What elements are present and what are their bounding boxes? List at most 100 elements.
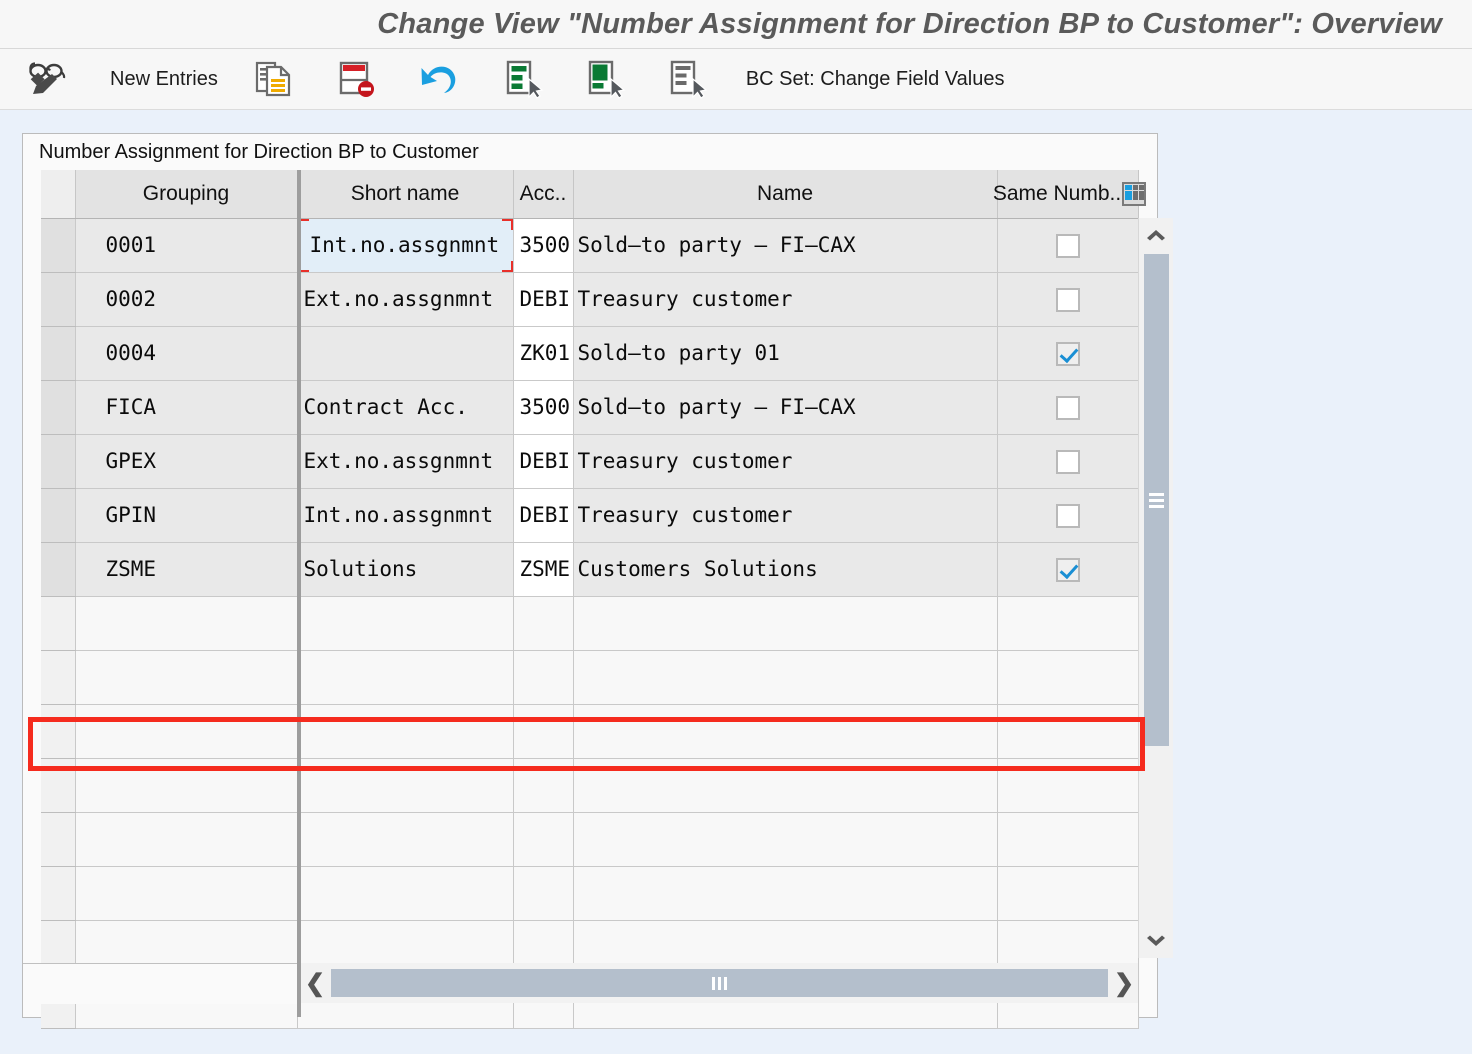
new-entries-button[interactable]: New Entries xyxy=(110,49,218,109)
cell-empty-name[interactable] xyxy=(573,704,998,759)
cell-empty-grouping[interactable] xyxy=(75,866,298,921)
table-row[interactable]: 0002 Ext.no.assgnmnt DEBI Treasury customer xyxy=(41,272,1139,327)
cell-empty-sel[interactable] xyxy=(41,596,76,651)
cell-same-number[interactable] xyxy=(997,542,1139,597)
column-header-account-group[interactable]: Acc.. xyxy=(513,170,574,219)
cell-same-number[interactable] xyxy=(997,272,1139,327)
cell-grouping[interactable]: GPIN xyxy=(75,488,298,543)
table-row[interactable]: 0001 Int.no.assgnmnt 3500 Sold–to party – F… xyxy=(41,218,1139,273)
cell-short-name[interactable] xyxy=(297,326,514,381)
cell-empty-same[interactable] xyxy=(997,866,1139,921)
row-selector-cell[interactable] xyxy=(41,488,76,543)
same-number-checkbox[interactable] xyxy=(1055,395,1080,420)
delete-row-button[interactable] xyxy=(336,49,376,109)
table-row[interactable]: ZSME Solutions ZSME Customers Solutions xyxy=(41,542,1139,597)
cell-name[interactable]: Treasury customer xyxy=(573,434,998,489)
cell-short-name[interactable]: Ext.no.assgnmnt xyxy=(297,434,514,489)
chevron-up-icon[interactable] xyxy=(1139,218,1173,250)
cell-empty-same[interactable] xyxy=(997,812,1139,867)
cell-account-group[interactable]: 3500 xyxy=(513,218,574,273)
cell-account-group[interactable]: DEBI xyxy=(513,272,574,327)
row-selector-cell[interactable] xyxy=(41,326,76,381)
cell-name[interactable]: Treasury customer xyxy=(573,488,998,543)
horizontal-scrollbar[interactable]: ❮ ❯ xyxy=(301,963,1138,1003)
table-row-empty[interactable] xyxy=(41,596,1139,651)
cell-account-group[interactable]: DEBI xyxy=(513,434,574,489)
vertical-scrollbar-thumb[interactable] xyxy=(1144,254,1169,746)
copy-as-button[interactable] xyxy=(254,49,294,109)
cell-name[interactable]: Sold–to party – FI–CAX xyxy=(573,380,998,435)
cell-empty-name[interactable] xyxy=(573,758,998,813)
horizontal-scrollbar-thumb[interactable] xyxy=(331,969,1108,997)
same-number-checkbox[interactable] xyxy=(1055,341,1080,366)
row-selector-cell[interactable] xyxy=(41,434,76,489)
cell-name[interactable]: Sold–to party – FI–CAX xyxy=(573,218,998,273)
cell-empty-short[interactable] xyxy=(297,596,514,651)
cell-empty-grouping[interactable] xyxy=(75,812,298,867)
same-number-checkbox[interactable] xyxy=(1055,503,1080,528)
cell-empty-grouping[interactable] xyxy=(75,650,298,705)
column-header-grouping[interactable]: Grouping xyxy=(75,170,298,219)
cell-name[interactable]: Customers Solutions xyxy=(573,542,998,597)
table-row[interactable]: GPIN Int.no.assgnmnt DEBI Treasury customer xyxy=(41,488,1139,543)
column-header-short-name[interactable]: Short name xyxy=(297,170,514,219)
table-row[interactable]: GPEX Ext.no.assgnmnt DEBI Treasury customer xyxy=(41,434,1139,489)
table-row[interactable]: FICA Contract Acc. 3500 Sold–to party – FI–… xyxy=(41,380,1139,435)
cell-empty-acc[interactable] xyxy=(513,650,574,705)
cell-same-number[interactable] xyxy=(997,380,1139,435)
table-settings-icon[interactable] xyxy=(1122,181,1147,206)
cell-empty-grouping[interactable] xyxy=(75,758,298,813)
cell-account-group[interactable]: 3500 xyxy=(513,380,574,435)
cell-empty-acc[interactable] xyxy=(513,812,574,867)
table-row-empty[interactable] xyxy=(41,866,1139,921)
column-header-select[interactable] xyxy=(41,170,76,219)
cell-empty-acc[interactable] xyxy=(513,704,574,759)
cell-grouping[interactable]: 0002 xyxy=(75,272,298,327)
cell-grouping[interactable]: 0004 xyxy=(75,326,298,381)
display-change-button[interactable] xyxy=(26,49,70,109)
select-all-button[interactable] xyxy=(504,49,544,109)
cell-same-number[interactable] xyxy=(997,488,1139,543)
cell-empty-short[interactable] xyxy=(297,704,514,759)
row-selector-cell[interactable] xyxy=(41,272,76,327)
cell-empty-same[interactable] xyxy=(997,650,1139,705)
table-row-empty[interactable] xyxy=(41,704,1139,759)
undo-button[interactable] xyxy=(418,49,462,109)
cell-same-number[interactable] xyxy=(997,326,1139,381)
row-selector-cell[interactable] xyxy=(41,542,76,597)
cell-same-number[interactable] xyxy=(997,218,1139,273)
same-number-checkbox[interactable] xyxy=(1055,287,1080,312)
cell-empty-sel[interactable] xyxy=(41,704,76,759)
row-selector-cell[interactable] xyxy=(41,380,76,435)
cell-empty-name[interactable] xyxy=(573,596,998,651)
cell-account-group[interactable]: ZSME xyxy=(513,542,574,597)
cell-empty-short[interactable] xyxy=(297,866,514,921)
vertical-scrollbar[interactable] xyxy=(1138,218,1173,958)
cell-grouping[interactable]: 0001 xyxy=(75,218,298,273)
cell-empty-sel[interactable] xyxy=(41,758,76,813)
chevron-right-icon[interactable]: ❯ xyxy=(1110,963,1138,1003)
cell-short-name[interactable]: Int.no.assgnmnt xyxy=(297,488,514,543)
cell-account-group[interactable]: ZK01 xyxy=(513,326,574,381)
cell-empty-same[interactable] xyxy=(997,596,1139,651)
table-row-empty[interactable] xyxy=(41,650,1139,705)
cell-empty-sel[interactable] xyxy=(41,866,76,921)
cell-empty-acc[interactable] xyxy=(513,596,574,651)
table-row[interactable]: 0004 ZK01 Sold–to party 01 xyxy=(41,326,1139,381)
cell-empty-name[interactable] xyxy=(573,650,998,705)
cell-empty-short[interactable] xyxy=(297,812,514,867)
cell-empty-grouping[interactable] xyxy=(75,596,298,651)
cell-name[interactable]: Sold–to party 01 xyxy=(573,326,998,381)
column-header-name[interactable]: Name xyxy=(573,170,998,219)
same-number-checkbox[interactable] xyxy=(1055,233,1080,258)
cell-grouping[interactable]: FICA xyxy=(75,380,298,435)
column-header-same-number[interactable]: Same Numb.. xyxy=(993,170,1147,219)
cell-empty-short[interactable] xyxy=(297,758,514,813)
cell-short-name[interactable]: Solutions xyxy=(297,542,514,597)
cell-short-name[interactable]: Ext.no.assgnmnt xyxy=(297,272,514,327)
cell-empty-grouping[interactable] xyxy=(75,704,298,759)
same-number-checkbox[interactable] xyxy=(1055,449,1080,474)
cell-empty-name[interactable] xyxy=(573,866,998,921)
cell-grouping[interactable]: ZSME xyxy=(75,542,298,597)
frozen-column-divider[interactable] xyxy=(297,170,301,1017)
